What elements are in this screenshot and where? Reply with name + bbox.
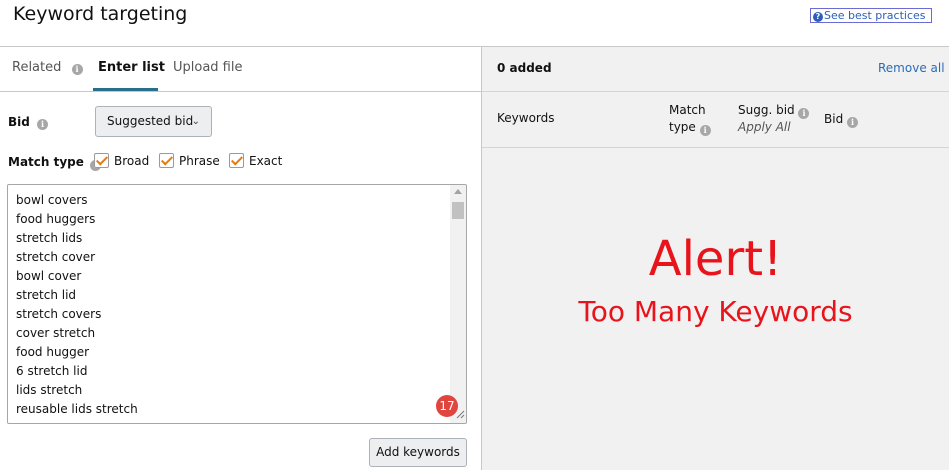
bid-label: Bid — [8, 115, 30, 129]
sugg-bid-info-icon[interactable]: i — [798, 108, 810, 119]
keyword-line: stretch covers — [16, 307, 102, 321]
added-count: 0 added — [497, 61, 552, 75]
match-type-header-line2: type — [669, 120, 696, 134]
keyword-line: stretch lids — [16, 231, 83, 245]
tab-enter-list[interactable]: Enter list — [98, 60, 165, 75]
keyword-line: bowl cover — [16, 269, 82, 283]
best-practices-label: See best practices — [824, 9, 926, 22]
tab-related[interactable]: Related i — [12, 60, 83, 75]
keyword-line: stretch cover — [16, 250, 96, 264]
tabs-divider — [0, 91, 481, 92]
scroll-up-arrow-icon[interactable] — [454, 189, 462, 194]
keyword-line: bowl covers — [16, 193, 88, 207]
match-exact-label: Exact — [249, 154, 283, 168]
column-header-bid[interactable]: Bid i — [824, 111, 859, 128]
column-header-keywords[interactable]: Keywords — [497, 110, 555, 127]
tab-upload-file[interactable]: Upload file — [173, 60, 242, 75]
bid-dropdown-value: Suggested bid — [107, 114, 194, 128]
match-broad-label: Broad — [114, 154, 150, 168]
scroll-thumb[interactable] — [452, 202, 464, 219]
apply-all-link[interactable]: Apply All — [738, 119, 809, 136]
bid-column-info-icon[interactable]: i — [847, 117, 859, 128]
match-type-column-info-icon[interactable]: i — [699, 125, 711, 136]
resize-handle-icon[interactable] — [456, 410, 465, 419]
alert-title: Alert! — [648, 231, 783, 287]
keyword-line: lids stretch — [16, 383, 83, 397]
textarea-scrollbar[interactable] — [450, 185, 466, 423]
match-type-label-group: Match type i — [8, 155, 102, 171]
match-broad-checkbox[interactable]: Broad — [94, 153, 149, 168]
keyword-line: reusable lids stretch — [16, 402, 138, 416]
see-best-practices-link[interactable]: ? See best practices — [810, 8, 932, 23]
info-icon[interactable]: i — [71, 64, 83, 75]
bid-column-header: Bid — [824, 112, 844, 126]
help-icon: ? — [813, 12, 823, 22]
keyword-line: food huggers — [16, 212, 96, 226]
page-title: Keyword targeting — [13, 3, 188, 25]
keyword-line: cover stretch — [16, 326, 96, 340]
bid-dropdown[interactable]: Suggested bid ⌄ — [95, 106, 212, 137]
match-phrase-checkbox[interactable]: Phrase — [159, 153, 220, 168]
checkbox-checked-icon[interactable] — [94, 153, 109, 168]
match-exact-checkbox[interactable]: Exact — [229, 153, 282, 168]
remove-all-link[interactable]: Remove all — [878, 61, 945, 75]
keyword-textarea[interactable]: bowl covers food huggers stretch lids st… — [7, 184, 467, 424]
add-keywords-button[interactable]: Add keywords — [369, 438, 467, 467]
right-header-divider — [482, 91, 949, 92]
keyword-line: stretch lid — [16, 288, 77, 302]
tab-related-label: Related — [12, 60, 62, 75]
match-phrase-label: Phrase — [179, 154, 220, 168]
columns-divider — [482, 147, 949, 148]
match-type-label: Match type — [8, 155, 84, 169]
column-header-match-type[interactable]: Match type i — [669, 102, 711, 136]
sugg-bid-header: Sugg. bid — [738, 103, 795, 117]
alert-subtitle: Too Many Keywords — [578, 295, 853, 328]
column-header-sugg-bid[interactable]: Sugg. bid i Apply All — [738, 102, 810, 136]
chevron-down-icon: ⌄ — [191, 116, 200, 127]
keyword-count-badge: 17 — [436, 395, 458, 417]
match-type-header-line1: Match — [669, 103, 706, 117]
bid-info-icon[interactable]: i — [37, 119, 49, 130]
keyword-line: food hugger — [16, 345, 90, 359]
bid-label-group: Bid i — [8, 115, 49, 130]
checkbox-checked-icon[interactable] — [159, 153, 174, 168]
checkbox-checked-icon[interactable] — [229, 153, 244, 168]
keyword-list: bowl covers food huggers stretch lids st… — [16, 191, 138, 419]
keyword-line: 6 stretch lid — [16, 364, 88, 378]
